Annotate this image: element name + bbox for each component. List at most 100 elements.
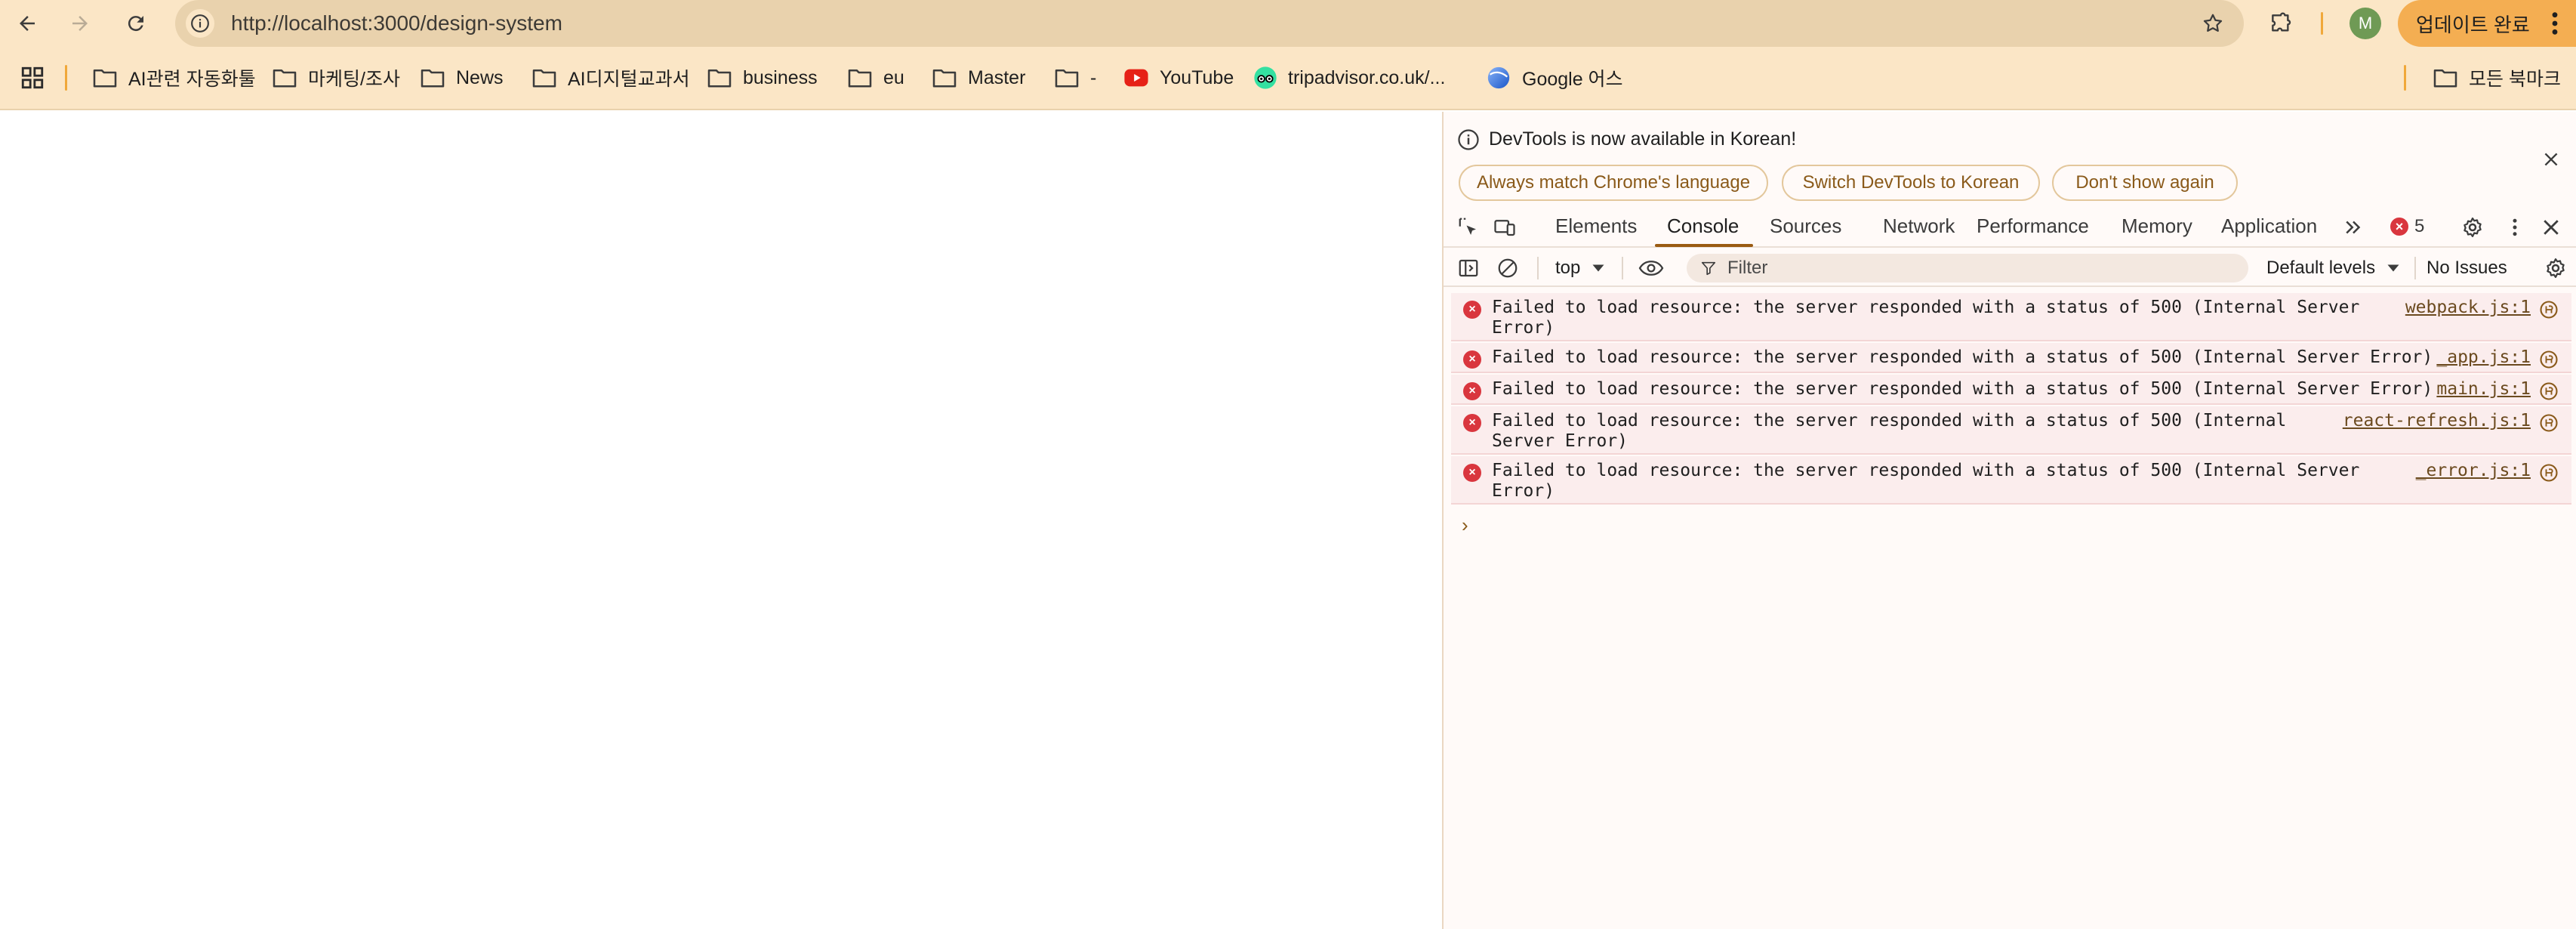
source-link[interactable]: _app.js:1 (2436, 347, 2531, 368)
filter-icon (1701, 261, 1716, 276)
back-button[interactable] (6, 5, 48, 42)
update-button-label: 업데이트 완료 (2416, 13, 2530, 36)
toolbar-separator (2414, 257, 2416, 279)
tripadvisor-icon (1254, 66, 1277, 89)
issues-button[interactable]: No Issues (2427, 249, 2507, 287)
bookmark-label: business (743, 66, 818, 88)
extensions-button[interactable] (2262, 6, 2300, 41)
gear-icon[interactable] (2544, 257, 2567, 279)
site-info-button[interactable] (186, 9, 214, 38)
error-count-value: 5 (2414, 216, 2425, 236)
infobar-close-button[interactable] (2537, 145, 2565, 174)
bookmark-label: Google 어스 (1522, 69, 1623, 90)
profile-avatar[interactable]: M (2350, 8, 2381, 39)
switch-to-korean-button[interactable]: Switch DevTools to Korean (1782, 165, 2040, 201)
omnibox[interactable]: http://localhost:3000/design-system (175, 0, 2244, 47)
bookmark-tripadvisor[interactable]: tripadvisor.co.uk/... (1253, 60, 1445, 95)
console-error-message[interactable]: × Failed to load resource: the server re… (1451, 406, 2571, 455)
bookmark-folder[interactable]: 마케팅/조사 (272, 60, 400, 95)
tab-performance[interactable]: Performance (1977, 205, 2089, 246)
star-icon (2203, 14, 2223, 32)
apps-grid-icon[interactable] (20, 65, 45, 91)
ai-explain-icon[interactable] (2538, 349, 2559, 370)
folder-icon (93, 69, 117, 88)
reload-icon (128, 16, 143, 32)
ai-explain-icon[interactable] (2538, 299, 2559, 320)
bookmark-folder[interactable]: AI디지털교과서 (532, 60, 690, 95)
info-icon (191, 14, 209, 32)
update-button[interactable]: 업데이트 완료 (2398, 0, 2576, 47)
tab-network[interactable]: Network (1883, 205, 1955, 246)
chevron-down-icon (2387, 264, 2399, 272)
forward-button[interactable] (59, 5, 101, 42)
url-text[interactable]: http://localhost:3000/design-system (231, 0, 562, 47)
error-icon: × (1463, 350, 1481, 369)
gear-icon[interactable] (2461, 216, 2484, 239)
filter-input[interactable]: Filter (1687, 254, 2248, 282)
message-text: Failed to load resource: the server resp… (1492, 379, 2433, 399)
console-error-message[interactable]: × Failed to load resource: the server re… (1451, 343, 2571, 373)
folder-icon (1055, 69, 1079, 88)
clear-console-icon[interactable] (1496, 257, 1519, 279)
bookmark-folder[interactable]: AI관련 자동화툴 (92, 60, 256, 95)
bookmark-google-earth[interactable]: Google 어스 (1486, 60, 1623, 95)
error-icon: × (1463, 464, 1481, 482)
bookmark-folder[interactable]: business (707, 60, 818, 95)
bookmarks-divider (65, 65, 67, 91)
toolbar-separator (1537, 257, 1539, 279)
error-counter[interactable]: × 5 (2390, 215, 2424, 239)
bookmark-label: 마케팅/조사 (308, 69, 400, 90)
source-link[interactable]: webpack.js:1 (2405, 298, 2531, 318)
inspect-element-icon[interactable] (1457, 216, 1480, 239)
bookmark-folder[interactable]: Master (932, 60, 1025, 95)
more-tabs-icon[interactable] (2342, 216, 2365, 239)
toolbar-separator (1622, 257, 1623, 279)
bookmark-label: eu (883, 66, 904, 88)
tab-sources[interactable]: Sources (1770, 205, 1841, 246)
source-link[interactable]: _error.js:1 (2416, 461, 2531, 481)
console-error-message[interactable]: × Failed to load resource: the server re… (1451, 293, 2571, 341)
all-bookmarks-button[interactable]: 모든 북마크 (2433, 60, 2561, 95)
eye-icon[interactable] (1637, 257, 1665, 279)
source-link[interactable]: main.js:1 (2436, 379, 2531, 400)
google-earth-icon (1487, 66, 1510, 89)
arrow-right-icon (72, 16, 88, 31)
chevron-down-icon (1592, 264, 1604, 272)
tab-application[interactable]: Application (2221, 205, 2317, 246)
console-error-message[interactable]: × Failed to load resource: the server re… (1451, 456, 2571, 505)
kebab-icon[interactable] (2504, 216, 2526, 239)
tab-console[interactable]: Console (1667, 205, 1739, 246)
bookmark-star-button[interactable] (2199, 9, 2227, 38)
bookmark-folder[interactable]: - (1054, 60, 1096, 95)
bookmark-folder[interactable]: eu (847, 60, 904, 95)
devtools-tabbar: Elements Console Sources Network Perform… (1444, 205, 2576, 248)
tab-memory[interactable]: Memory (2122, 205, 2192, 246)
ai-explain-icon[interactable] (2538, 462, 2559, 483)
ai-explain-icon[interactable] (2538, 412, 2559, 434)
log-levels-dropdown[interactable]: Default levels (2266, 249, 2400, 287)
folder-icon (932, 69, 957, 88)
tab-elements[interactable]: Elements (1555, 205, 1637, 246)
folder-icon (707, 69, 732, 88)
source-link[interactable]: react-refresh.js:1 (2343, 411, 2531, 431)
log-levels-label: Default levels (2266, 258, 2376, 278)
reload-button[interactable] (115, 5, 157, 42)
console-prompt[interactable]: › (1462, 514, 1468, 537)
bookmark-youtube[interactable]: YouTube (1123, 60, 1234, 95)
error-icon: × (2390, 218, 2408, 236)
bookmark-folder[interactable]: News (420, 60, 504, 95)
active-tab-indicator (1655, 244, 1753, 247)
kebab-icon (2552, 12, 2558, 35)
context-selector[interactable]: top (1555, 249, 1605, 287)
match-language-button[interactable]: Always match Chrome's language (1459, 165, 1768, 201)
close-icon[interactable] (2540, 216, 2562, 239)
device-toolbar-icon[interactable] (1493, 216, 1516, 239)
console-error-message[interactable]: × Failed to load resource: the server re… (1451, 375, 2571, 405)
error-icon: × (1463, 301, 1481, 319)
ai-explain-icon[interactable] (2538, 381, 2559, 402)
dont-show-again-button[interactable]: Don't show again (2052, 165, 2238, 201)
filter-placeholder: Filter (1727, 258, 1768, 278)
all-bookmarks-label: 모든 북마크 (2469, 69, 2561, 90)
page-viewport (0, 112, 1442, 929)
sidebar-toggle-icon[interactable] (1457, 257, 1480, 279)
